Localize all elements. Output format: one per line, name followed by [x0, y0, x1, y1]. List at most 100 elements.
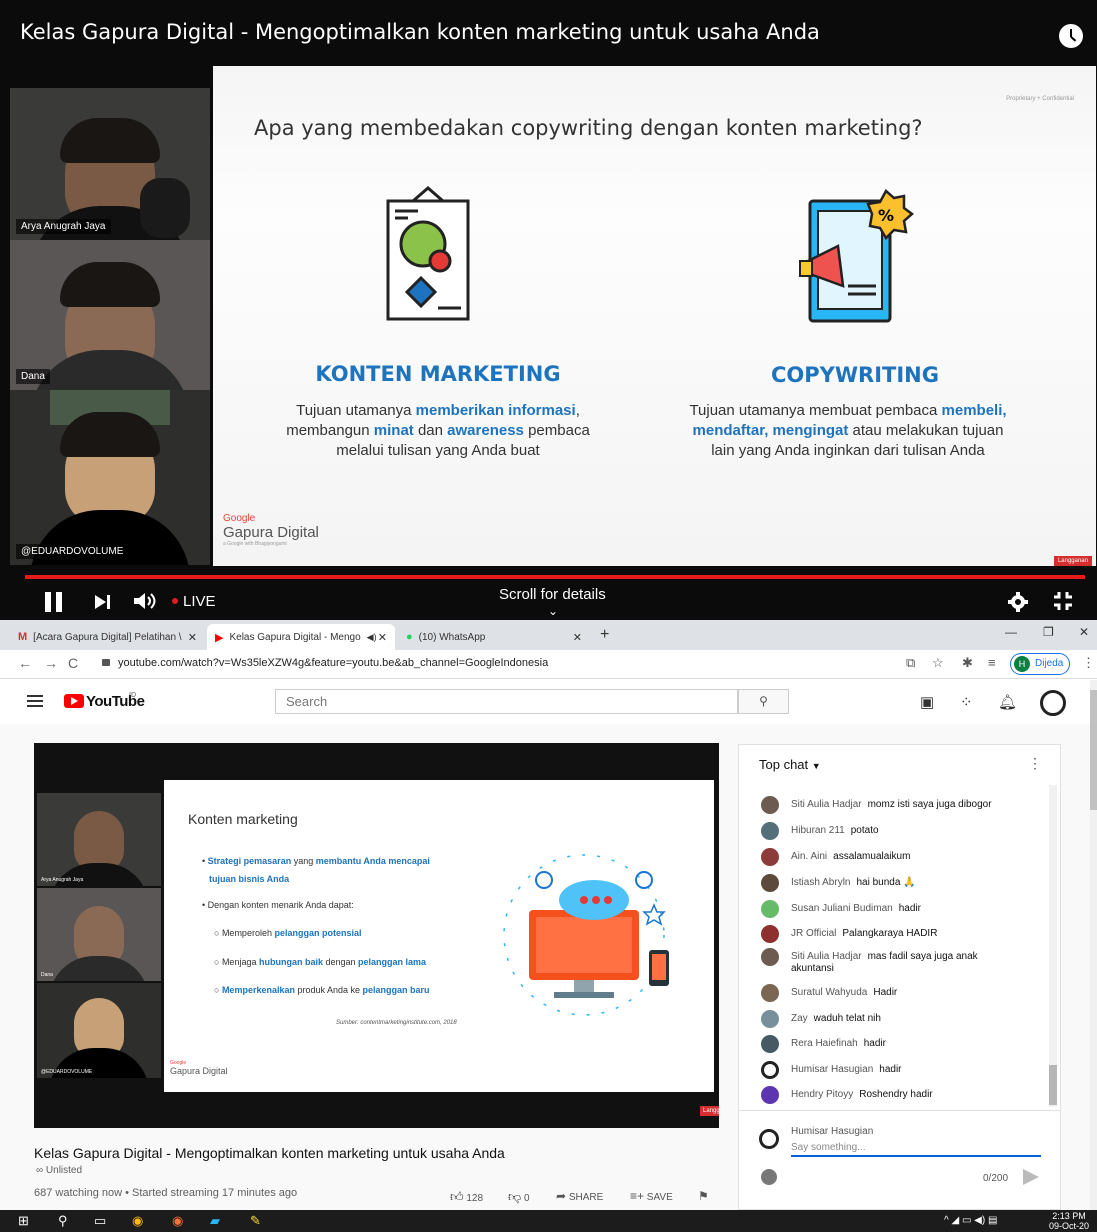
participant-tile: @EDUARDOVOLUME [10, 390, 210, 565]
gmail-icon: M [18, 631, 28, 643]
tab-youtube[interactable]: ▶ Kelas Gapura Digital - Mengo ◀) ✕ [207, 624, 395, 650]
video-title: Kelas Gapura Digital - Mengoptimalkan ko… [34, 1145, 505, 1161]
chat-scrollbar[interactable] [1049, 785, 1057, 1107]
volume-icon[interactable] [133, 591, 159, 611]
gear-icon[interactable] [1008, 592, 1028, 612]
search-icon[interactable]: ⚲ [58, 1213, 68, 1229]
profile-button[interactable]: H Dijeda [1010, 653, 1070, 675]
slide-title: Konten marketing [188, 811, 298, 827]
fullscreen-player[interactable]: Kelas Gapura Digital - Mengoptimalkan ko… [0, 0, 1097, 620]
share-icon: ➦ [556, 1189, 567, 1203]
page-scrollbar[interactable] [1090, 680, 1097, 1210]
konten-marketing-heading: KONTEN MARKETING [315, 362, 561, 386]
video-player[interactable]: Arya Anugrah Jaya Dana @EDUARDOVOLUME Ko… [34, 743, 719, 1128]
participant-tile: Dana [37, 888, 161, 981]
scroll-for-details[interactable]: Scroll for details [499, 586, 606, 603]
minimize-icon[interactable]: — [1005, 625, 1017, 639]
create-video-icon[interactable]: ▣ [920, 693, 934, 711]
reload-icon[interactable]: C [68, 655, 78, 671]
back-icon[interactable]: ← [18, 655, 32, 671]
tablet-promo-illustration-icon: % [799, 189, 914, 323]
player-title: Kelas Gapura Digital - Mengoptimalkan ko… [20, 20, 820, 44]
caret-down-icon: ▼ [811, 761, 821, 771]
avatar: H [1014, 656, 1030, 672]
dislike-button[interactable]: 👎︎ 0 [508, 1189, 530, 1205]
close-icon[interactable]: ✕ [573, 631, 582, 644]
translate-icon[interactable]: ⧉ [906, 655, 915, 671]
thumbs-down-icon: 👎︎ [508, 1189, 522, 1204]
system-tray-icons[interactable]: ^ ◢ ▭ ◀) ▤ [944, 1215, 997, 1226]
chat-mode-dropdown[interactable]: Top chat ▼ [759, 757, 821, 772]
participant-name: Arya Anugrah Jaya [16, 219, 111, 234]
bell-icon[interactable]: 🔔︎ [998, 693, 1017, 711]
search-input[interactable]: Search [275, 689, 738, 714]
svg-text:%: % [878, 206, 894, 225]
windows-taskbar: ⊞ ⚲ ▭ ◉ ◉ ▰ ✎ ^ ◢ ▭ ◀) ▤ 2:13 PM 09-Oct-… [0, 1210, 1097, 1232]
participant-name: Dana [16, 369, 50, 384]
slide-sub-bullet: ○ Memperkenalkan produk Anda ke pelangga… [214, 985, 430, 995]
send-icon[interactable] [1023, 1169, 1039, 1185]
confidential-label: Proprietary + Confidential [1006, 96, 1074, 102]
forward-icon[interactable]: → [44, 655, 58, 671]
restore-icon[interactable]: ❐ [1043, 625, 1054, 639]
save-button[interactable]: ≡+ SAVE [630, 1189, 673, 1203]
live-progress-bar[interactable] [25, 575, 1085, 579]
task-view-icon[interactable]: ▭ [94, 1213, 106, 1229]
live-dot-icon [172, 598, 178, 604]
address-bar: ← → C youtube.com/watch?v=Ws35leXZW4g&fe… [0, 650, 1097, 679]
extensions-icon[interactable]: ✱ [962, 655, 973, 671]
window-close-icon[interactable]: ✕ [1079, 625, 1089, 639]
apps-grid-icon[interactable]: ⁘ [960, 693, 973, 711]
close-icon[interactable]: ✕ [188, 631, 197, 644]
mini-presentation-slide: Konten marketing • Strategi pemasaran ya… [164, 780, 714, 1092]
chrome-icon[interactable]: ◉ [132, 1213, 143, 1229]
more-menu-icon[interactable]: ⋮ [1028, 755, 1042, 772]
region-label: ID [129, 692, 136, 699]
windows-start-icon[interactable]: ⊞ [18, 1213, 29, 1229]
like-button[interactable]: 👍︎ 128 [450, 1189, 483, 1205]
paint-icon[interactable]: ▰ [210, 1213, 220, 1229]
copywriting-description: Tujuan utamanya membuat pembaca membeli,… [689, 402, 1007, 459]
emoji-icon[interactable] [761, 1169, 777, 1185]
youtube-logo-icon[interactable] [64, 694, 84, 708]
url-field[interactable]: youtube.com/watch?v=Ws35leXZW4g&feature=… [118, 657, 548, 669]
report-flag-icon[interactable]: ⚑ [698, 1189, 709, 1203]
tab-whatsapp[interactable]: ● (10) WhatsApp ✕ [398, 624, 590, 650]
firefox-icon[interactable]: ◉ [172, 1213, 183, 1229]
pause-icon[interactable] [44, 592, 64, 612]
share-button[interactable]: ➦ SHARE [556, 1189, 603, 1203]
chat-message-list: Siti Aulia Hadjar momz isti saya juga dib… [739, 787, 1049, 1107]
participant-tile: Arya Anugrah Jaya [10, 88, 210, 240]
menu-icon[interactable] [27, 695, 43, 707]
search-icon[interactable]: ⚲ [738, 689, 789, 714]
new-tab-plus-icon[interactable]: + [600, 626, 609, 644]
participant-name: @EDUARDOVOLUME [16, 544, 129, 559]
audio-playing-icon[interactable]: ◀) [367, 632, 377, 643]
close-icon[interactable]: ✕ [378, 631, 387, 644]
avatar[interactable] [1040, 690, 1066, 716]
slide-sub-bullet: ○ Menjaga hubungan baik dengan pelanggan… [214, 957, 427, 967]
tab-gmail[interactable]: M [Acara Gapura Digital] Pelatihan \ ✕ [10, 624, 205, 650]
next-icon[interactable] [93, 593, 111, 611]
participant-tile: Arya Anugrah Jaya [37, 793, 161, 886]
participant-tile: @EDUARDOVOLUME [37, 983, 161, 1078]
system-clock[interactable]: 2:13 PM 09-Oct-20 [1049, 1211, 1089, 1231]
avatar [761, 984, 779, 1002]
konten-marketing-description: Tujuan utamanya memberikan informasi, me… [286, 402, 590, 459]
subscribe-badge: Langganan [700, 1106, 719, 1116]
more-menu-icon[interactable]: ⋮ [1082, 655, 1095, 671]
playlist-add-icon: ≡+ [630, 1189, 645, 1203]
star-icon[interactable]: ☆ [932, 655, 944, 671]
lock-icon[interactable] [102, 659, 110, 666]
chevron-down-icon[interactable]: ⌄ [548, 604, 558, 618]
chat-message-input[interactable]: Say something... [791, 1142, 1041, 1157]
slide-bullet: • Dengan konten menarik Anda dapat: [202, 900, 354, 910]
youtube-header: YouTube ID Search ⚲ ▣ ⁘ 🔔︎ [0, 680, 1090, 724]
exit-fullscreen-icon[interactable] [1052, 590, 1074, 612]
chat-username: Humisar Hasugian [791, 1126, 874, 1137]
media-queue-icon[interactable]: ≡ [988, 655, 996, 670]
palette-icon[interactable]: ✎ [250, 1213, 261, 1229]
unlisted-badge: ∞ Unlisted [36, 1165, 83, 1176]
watch-later-icon[interactable] [1059, 24, 1083, 48]
live-label[interactable]: LIVE [183, 593, 216, 610]
